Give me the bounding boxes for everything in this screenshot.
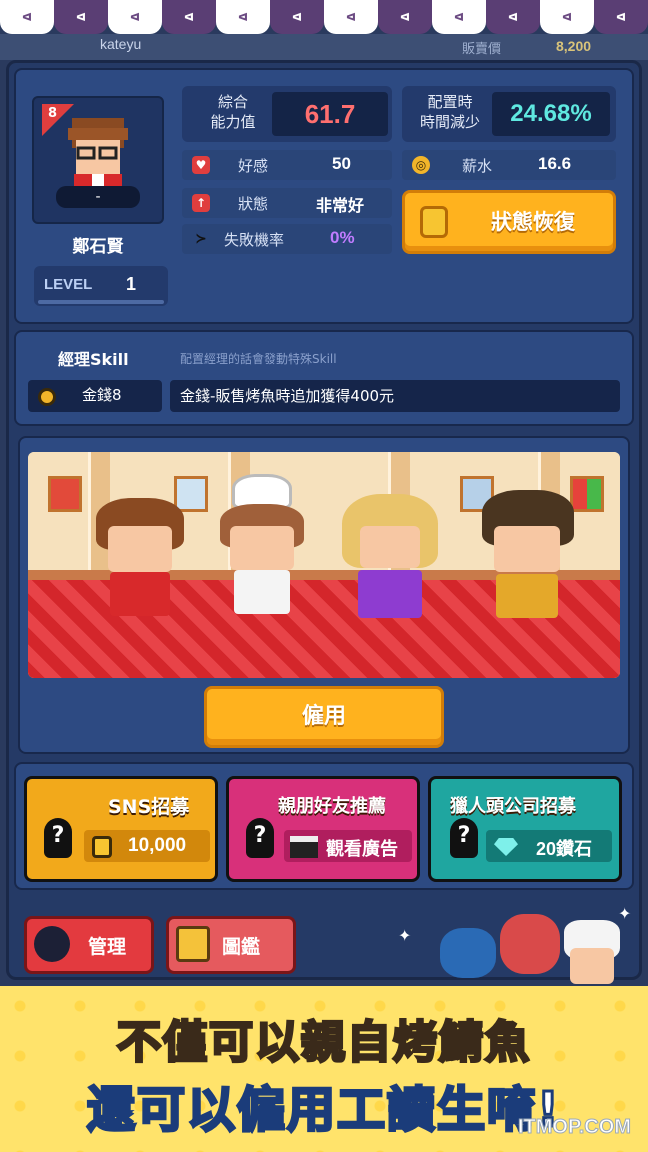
clapper-icon: [290, 836, 318, 858]
coin-icon: ◎: [412, 156, 430, 174]
coin-icon: [92, 836, 112, 858]
wall-painting: [48, 476, 82, 512]
price-value: 8,200: [556, 38, 592, 54]
salary-label: 薪水: [462, 157, 493, 175]
status-label: 狀態: [238, 195, 269, 213]
arrow-up-icon: ↑: [192, 194, 210, 212]
skill-name: 金錢8: [82, 386, 122, 404]
awning-segment: ᐊ: [486, 0, 540, 34]
overall-label: 綜合 能力值: [196, 92, 270, 132]
like-value: 50: [332, 154, 351, 173]
awning-segment: ᐊ: [0, 0, 54, 34]
chef-character: [214, 474, 310, 624]
level-value: 1: [126, 274, 137, 294]
top-strip: [0, 34, 648, 60]
character-name: 鄭石賢: [72, 237, 124, 257]
recover-status-label: 狀態恢復: [491, 210, 575, 234]
fail-value: 0%: [330, 228, 355, 247]
awning: ᐊ ᐊ ᐊ ᐊ ᐊ ᐊ ᐊ ᐊ ᐊ ᐊ ᐊ ᐊ: [0, 0, 648, 34]
username-label: kateyu: [100, 36, 142, 52]
headhunter-recruit-title: 獵人頭公司招募: [450, 796, 576, 817]
staff-character: [92, 492, 188, 622]
question-icon: ?: [44, 818, 72, 858]
friend-recruit-title: 親朋好友推薦: [278, 796, 386, 817]
price-label: 販賣價: [462, 42, 502, 57]
catalog-label: 圖鑑: [222, 936, 261, 958]
skill-description: 配置經理的話會發動特殊Skill: [180, 352, 337, 366]
restaurant-scene: [28, 452, 620, 678]
promo-characters: [440, 908, 640, 996]
awning-segment: ᐊ: [216, 0, 270, 34]
book-icon: [176, 926, 210, 962]
time-reduce-label-line2: 時間減少: [419, 113, 480, 131]
skill-effect: 金錢-販售烤魚時追加獲得400元: [180, 387, 395, 405]
skill-title: 經理Skill: [58, 350, 129, 369]
character-tag: -: [56, 186, 140, 208]
like-label: 好感: [238, 157, 269, 175]
like-row: [182, 150, 392, 180]
promo-slogan-line1: 不僅可以親自烤鯖魚: [116, 1016, 531, 1070]
watermark: ITMOP.COM: [518, 1116, 632, 1139]
question-icon: ?: [246, 818, 274, 858]
overall-label-line2: 能力值: [210, 113, 256, 131]
friend-action: 觀看廣告: [326, 839, 398, 859]
fish-icon: ≻: [195, 231, 207, 247]
awning-segment: ᐊ: [162, 0, 216, 34]
hire-button-label: 僱用: [301, 704, 346, 729]
awning-segment: ᐊ: [594, 0, 648, 34]
overall-label-line1: 綜合: [217, 93, 248, 111]
awning-segment: ᐊ: [324, 0, 378, 34]
awning-segment: ᐊ: [270, 0, 324, 34]
manage-label: 管理: [88, 936, 127, 958]
question-icon: ?: [450, 818, 478, 858]
coin-icon: [38, 388, 56, 406]
time-reduce-label-line1: 配置時: [427, 93, 473, 111]
sparkle-icon: ✦: [618, 904, 632, 923]
idol-character: [336, 486, 446, 626]
awning-segment: ᐊ: [432, 0, 486, 34]
overall-value: 61.7: [272, 92, 388, 136]
salary-value: 16.6: [538, 154, 572, 173]
level-label: LEVEL: [44, 276, 93, 293]
sns-recruit-title: SNS招募: [108, 796, 190, 818]
heart-icon: ♥: [192, 156, 210, 174]
time-reduce-label: 配置時 時間減少: [410, 92, 490, 132]
level-progress-bar: [38, 300, 164, 304]
awning-segment: ᐊ: [378, 0, 432, 34]
glasses-character: [478, 490, 578, 626]
coin-icon: [420, 206, 448, 238]
time-reduce-value: 24.68%: [492, 92, 610, 136]
salary-row: [402, 150, 616, 180]
headhunter-cost: 20鑽石: [536, 839, 593, 859]
search-icon: [34, 926, 70, 962]
awning-segment: ᐊ: [540, 0, 594, 34]
awning-segment: ᐊ: [54, 0, 108, 34]
status-value: 非常好: [316, 198, 365, 215]
awning-segment: ᐊ: [108, 0, 162, 34]
sparkle-icon: ✦: [398, 926, 412, 945]
sns-cost: 10,000: [128, 835, 187, 856]
fail-label: 失敗機率: [224, 231, 285, 249]
